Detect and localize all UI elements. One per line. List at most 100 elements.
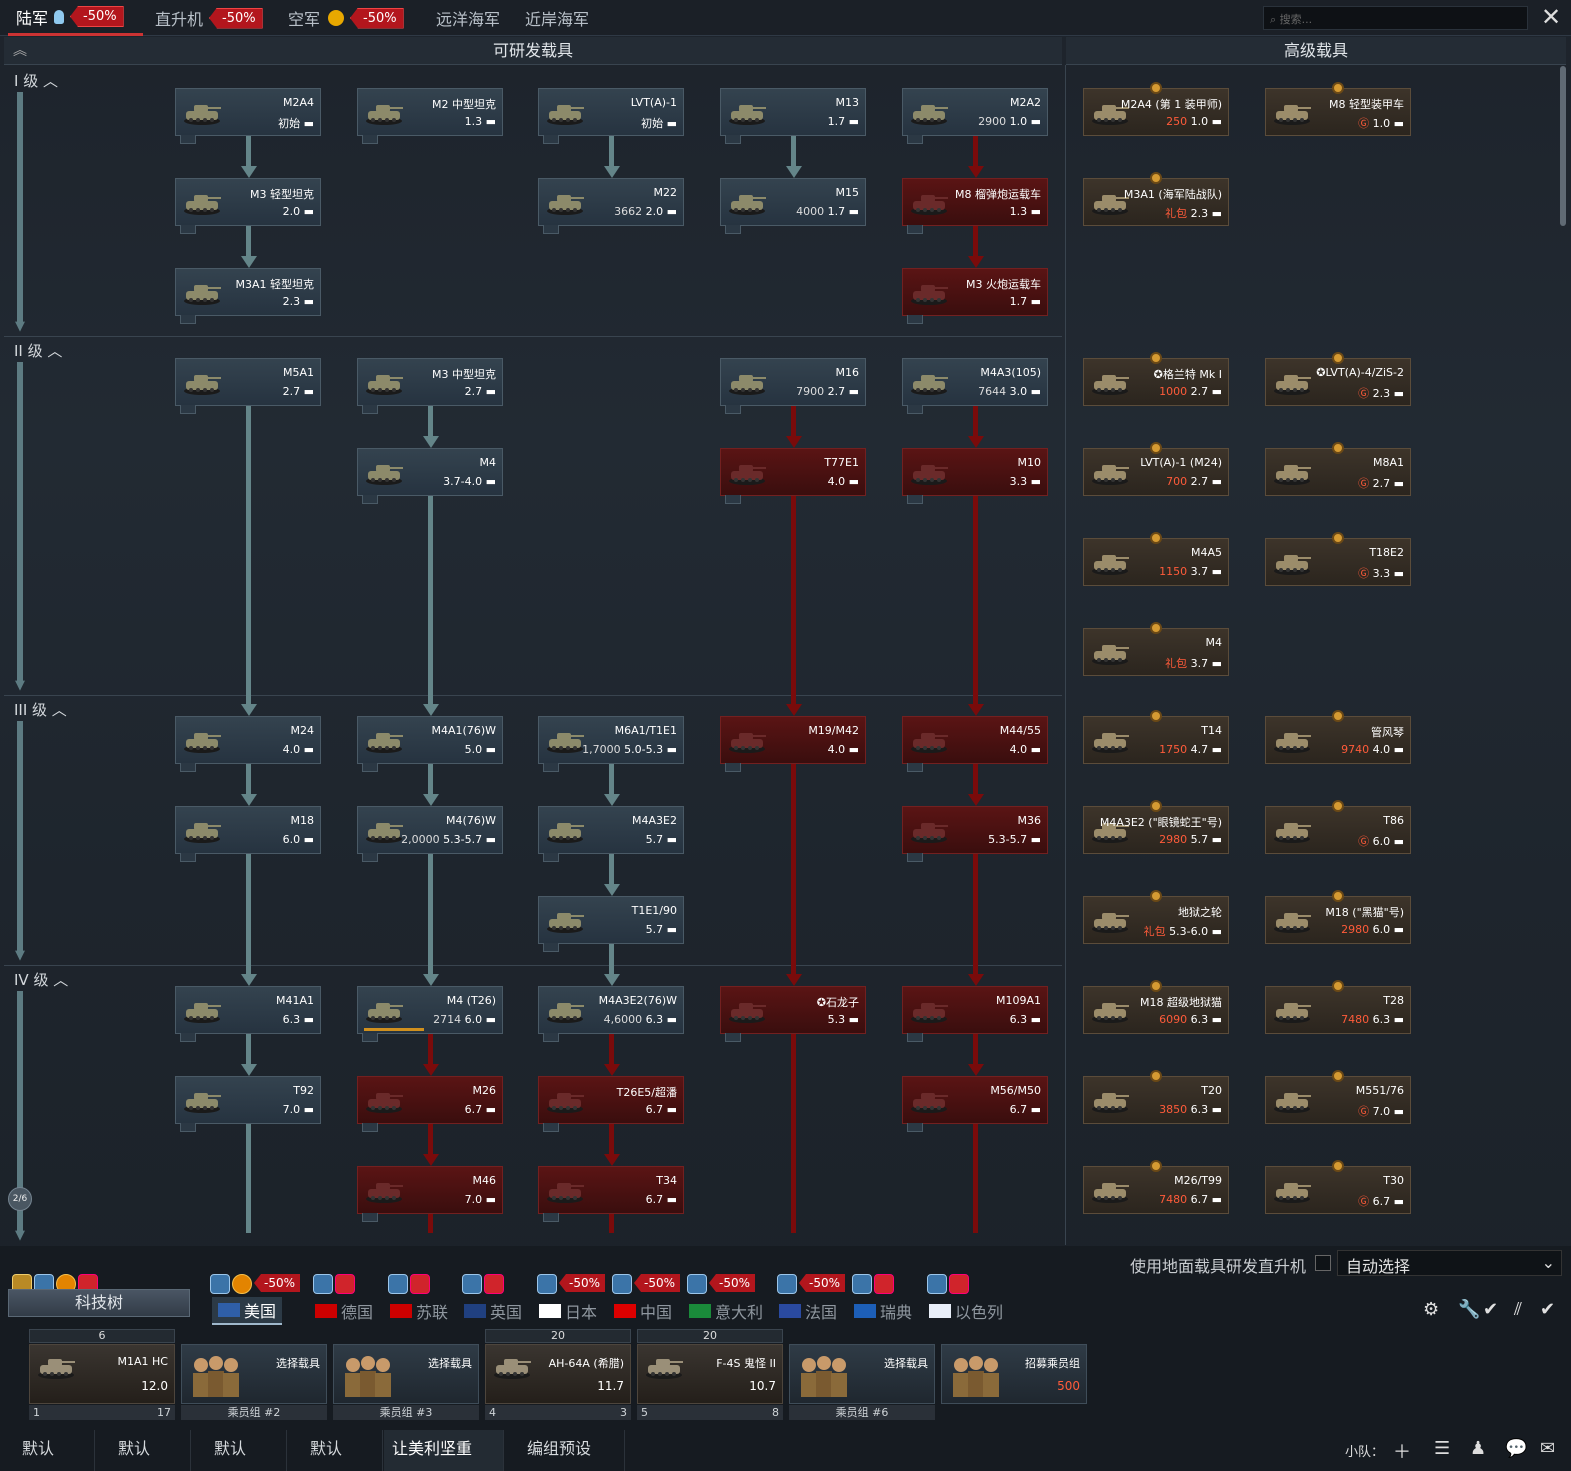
rank-label[interactable]: IV 级 ︿ [14,969,68,990]
tab-coastal[interactable]: 近岸海军 [525,0,589,36]
vehicle-card[interactable]: M3 轻型坦克 2.0 ▬ [175,178,321,234]
vehicle-card[interactable]: M10 3.3 ▬ [902,448,1048,504]
crew-slot[interactable]: 选择载具 [333,1344,479,1404]
vehicle-card[interactable]: T30 Ⓖ 6.7 ▬ [1265,1160,1411,1214]
vehicle-card[interactable]: M8 榴弹炮运载车 1.3 ▬ [902,178,1048,234]
tab-air[interactable]: 空军 -50% [288,0,404,36]
vehicle-card[interactable]: M4A3E2 5.7 ▬ [538,806,684,862]
vehicle-card[interactable]: M26 6.7 ▬ [357,1076,503,1132]
vehicle-card[interactable]: M4A5 1150 3.7 ▬ [1083,532,1229,586]
vehicle-card[interactable]: M18 6.0 ▬ [175,806,321,862]
ammo-check-icon[interactable]: ✔ [1540,1299,1555,1320]
vehicle-card[interactable]: T34 6.7 ▬ [538,1166,684,1222]
nation-tab-2[interactable]: 苏联 [390,1297,448,1325]
vehicle-card[interactable]: T86 Ⓖ 6.0 ▬ [1265,800,1411,854]
vehicle-card[interactable]: M3A1 轻型坦克 2.3 ▬ [175,268,321,324]
vehicle-card[interactable]: T28 7480 6.3 ▬ [1265,980,1411,1034]
vehicle-card[interactable]: LVT(A)-1 (M24) 700 2.7 ▬ [1083,442,1229,496]
crew-slot[interactable]: F-4S 鬼怪 II 10.7 [637,1344,783,1404]
wrench-icon[interactable]: 🔧 [1458,1299,1480,1320]
vehicle-card[interactable]: M5A1 2.7 ▬ [175,358,321,414]
vehicle-card[interactable]: M4A1(76)W 5.0 ▬ [357,716,503,772]
rank-label[interactable]: I 级 ︿ [14,70,58,91]
mail-icon[interactable]: ✉ [1540,1438,1555,1459]
friends-icon[interactable]: ♟ [1470,1438,1486,1459]
vehicle-card[interactable]: M22 3662 2.0 ▬ [538,178,684,234]
vehicle-card[interactable]: M36 5.3-5.7 ▬ [902,806,1048,862]
crew-slot[interactable]: M1A1 HC 12.0 [29,1344,175,1404]
vehicle-card[interactable]: ✪格兰特 Mk I 1000 2.7 ▬ [1083,352,1229,406]
vehicle-card[interactable]: M2A4 (第 1 装甲师) 250 1.0 ▬ [1083,82,1229,136]
crew-slot[interactable]: 选择载具 [789,1344,935,1404]
vehicle-card[interactable]: M13 1.7 ▬ [720,88,866,144]
vehicle-card[interactable]: M18 超级地狱猫 6090 6.3 ▬ [1083,980,1229,1034]
vehicle-card[interactable]: T18E2 Ⓖ 3.3 ▬ [1265,532,1411,586]
vehicle-card[interactable]: T92 7.0 ▬ [175,1076,321,1132]
preset-tab[interactable]: 默认 [288,1430,383,1471]
vehicle-card[interactable]: M4 礼包 3.7 ▬ [1083,622,1229,676]
nation-tab-0[interactable]: 美国 [212,1297,283,1325]
tab-ground[interactable]: 陆军 -50% [8,0,143,36]
collapse-all-icon[interactable]: ︽ [8,40,32,62]
vehicle-card[interactable]: M4 3.7-4.0 ▬ [357,448,503,504]
vehicle-card[interactable]: M109A1 6.3 ▬ [902,986,1048,1042]
vehicle-card[interactable]: M551/76 Ⓖ 7.0 ▬ [1265,1070,1411,1124]
preset-tab[interactable]: 让美利坚重新... [384,1430,504,1471]
vehicle-card[interactable]: ✪石龙子 5.3 ▬ [720,986,866,1042]
nation-tab-1[interactable]: 德国 [315,1297,373,1325]
vehicle-card[interactable]: M16 7900 2.7 ▬ [720,358,866,414]
vehicle-card[interactable]: M6A1/T1E1 1,7000 5.0-5.3 ▬ [538,716,684,772]
nation-tab-3[interactable]: 英国 [464,1297,522,1325]
vehicle-card[interactable]: T14 1750 4.7 ▬ [1083,710,1229,764]
chat-icon[interactable]: 💬 [1505,1438,1527,1459]
vehicle-card[interactable]: 管风琴 9740 4.0 ▬ [1265,710,1411,764]
tab-bluewater[interactable]: 远洋海军 [436,0,500,36]
vehicle-card[interactable]: M19/M42 4.0 ▬ [720,716,866,772]
techtree-button[interactable]: 科技树 [8,1289,190,1317]
vehicle-card[interactable]: M8A1 Ⓖ 2.7 ▬ [1265,442,1411,496]
vehicle-card[interactable]: M4(76)W 2,0000 5.3-5.7 ▬ [357,806,503,862]
nation-tab-7[interactable]: 法国 [779,1297,837,1325]
vehicle-card[interactable]: M4 (T26) 2714 6.0 ▬ [357,986,503,1042]
nation-tab-6[interactable]: 意大利 [689,1297,763,1325]
list-icon[interactable]: ☰ [1434,1438,1450,1459]
vehicle-card[interactable]: M56/M50 6.7 ▬ [902,1076,1048,1132]
rank-label[interactable]: III 级 ︿ [14,699,67,720]
vehicle-card[interactable]: ✪LVT(A)-4/ZiS-2 Ⓖ 2.3 ▬ [1265,352,1411,406]
search-input[interactable]: ⌕ 搜索... [1263,6,1528,30]
vehicle-card[interactable]: M44/55 4.0 ▬ [902,716,1048,772]
preset-tab[interactable]: 默认 [0,1430,95,1471]
vehicle-card[interactable]: T77E1 4.0 ▬ [720,448,866,504]
auto-research-checkbox[interactable] [1315,1255,1331,1271]
crew-slot[interactable]: 招募乘员组 500 [941,1344,1087,1404]
vehicle-card[interactable]: M3 火炮运载车 1.7 ▬ [902,268,1048,324]
preset-tab[interactable]: 默认 [192,1430,287,1471]
vehicle-card[interactable]: M4A3E2 ("眼镜蛇王"号) 2980 5.7 ▬ [1083,800,1229,854]
preset-tab[interactable]: 默认 [96,1430,191,1471]
plus-icon[interactable]: ＋ [1393,1438,1411,1464]
vehicle-card[interactable]: M46 7.0 ▬ [357,1166,503,1222]
crew-slot[interactable]: 选择载具 [181,1344,327,1404]
nation-tab-9[interactable]: 以色列 [929,1297,1003,1325]
vehicle-card[interactable]: M4A3E2(76)W 4,6000 6.3 ▬ [538,986,684,1042]
vehicle-card[interactable]: LVT(A)-1 初始 ▬ [538,88,684,144]
close-icon[interactable]: ✕ [1538,4,1564,30]
auto-select-dropdown[interactable]: 自动选择 ⌄ [1337,1250,1562,1276]
nation-tab-4[interactable]: 日本 [539,1297,597,1325]
ammo-icon[interactable]: ⫽ [1514,1299,1522,1320]
vehicle-card[interactable]: M3 中型坦克 2.7 ▬ [357,358,503,414]
gear-icon[interactable]: ⚙ [1423,1299,1439,1320]
vehicle-card[interactable]: T1E1/90 5.7 ▬ [538,896,684,952]
vehicle-card[interactable]: M18 ("黑猫"号) 2980 6.0 ▬ [1265,890,1411,944]
scrollbar[interactable] [1560,66,1566,226]
nation-tab-5[interactable]: 中国 [614,1297,672,1325]
vehicle-card[interactable]: M2A2 2900 1.0 ▬ [902,88,1048,144]
vehicle-card[interactable]: T20 3850 6.3 ▬ [1083,1070,1229,1124]
crew-slot[interactable]: AH-64A (希腊) 11.7 [485,1344,631,1404]
vehicle-card[interactable]: M24 4.0 ▬ [175,716,321,772]
repair-check-icon[interactable]: ✔ [1483,1299,1498,1320]
vehicle-card[interactable]: M4A3(105) 7644 3.0 ▬ [902,358,1048,414]
vehicle-card[interactable]: M26/T99 7480 6.7 ▬ [1083,1160,1229,1214]
vehicle-card[interactable]: M8 轻型装甲车 Ⓖ 1.0 ▬ [1265,82,1411,136]
preset-tab[interactable]: 编组预设 [505,1430,625,1471]
